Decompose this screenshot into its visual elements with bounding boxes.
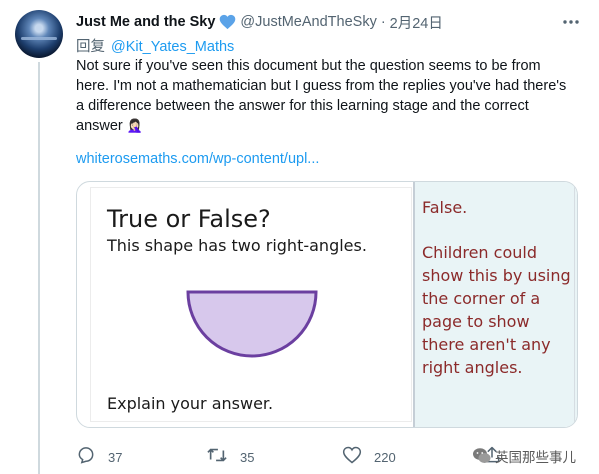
tweet-body: Not sure if you've seen this document bu… — [76, 58, 567, 134]
watermark: 英国那些事儿 — [472, 444, 576, 468]
thread-line — [38, 62, 40, 474]
retweet-count: 35 — [240, 449, 255, 465]
semicircle-shape — [186, 290, 318, 358]
answer-explanation: Children could show this by using the co… — [422, 243, 571, 377]
tweet-header: Just Me and the Sky @JustMeAndTheSky · 2… — [76, 12, 443, 32]
heart-icon — [219, 14, 236, 30]
card-explain: Explain your answer. — [107, 394, 274, 413]
answer-false: False. — [422, 198, 468, 217]
separator: · — [380, 14, 386, 30]
reply-count: 37 — [108, 449, 123, 465]
reply-mention[interactable]: @Kit_Yates_Maths — [111, 39, 234, 55]
card-question: This shape has two right-angles. — [107, 236, 367, 255]
reply-button[interactable]: 37 — [76, 446, 122, 468]
reply-prefix: 回复 — [76, 39, 105, 55]
answer-panel-edge — [574, 182, 575, 427]
retweet-button[interactable]: 35 — [206, 446, 254, 468]
tweet-text: Not sure if you've seen this document bu… — [76, 56, 576, 137]
heart-outline-icon — [342, 445, 362, 470]
wechat-logo-icon — [472, 446, 492, 466]
media-card[interactable]: True or False? This shape has two right-… — [76, 181, 578, 428]
retweet-icon — [206, 445, 228, 470]
reply-icon — [76, 445, 96, 470]
like-button[interactable]: 220 — [342, 446, 396, 468]
card-title: True or False? — [107, 205, 271, 233]
question-panel: True or False? This shape has two right-… — [91, 188, 411, 421]
facepalm-emoji: 🤦🏻‍♀️ — [126, 119, 143, 134]
reply-context: 回复 @Kit_Yates_Maths — [76, 35, 234, 56]
avatar[interactable] — [15, 10, 63, 58]
handle[interactable]: @JustMeAndTheSky — [240, 14, 376, 30]
tweet-date[interactable]: 2月24日 — [390, 12, 443, 33]
more-options-icon[interactable] — [560, 12, 582, 32]
tweet-link[interactable]: whiterosemaths.com/wp-content/upl... — [76, 151, 319, 167]
watermark-text: 英国那些事儿 — [495, 450, 576, 465]
like-count: 220 — [374, 449, 396, 465]
display-name[interactable]: Just Me and the Sky — [76, 14, 215, 30]
